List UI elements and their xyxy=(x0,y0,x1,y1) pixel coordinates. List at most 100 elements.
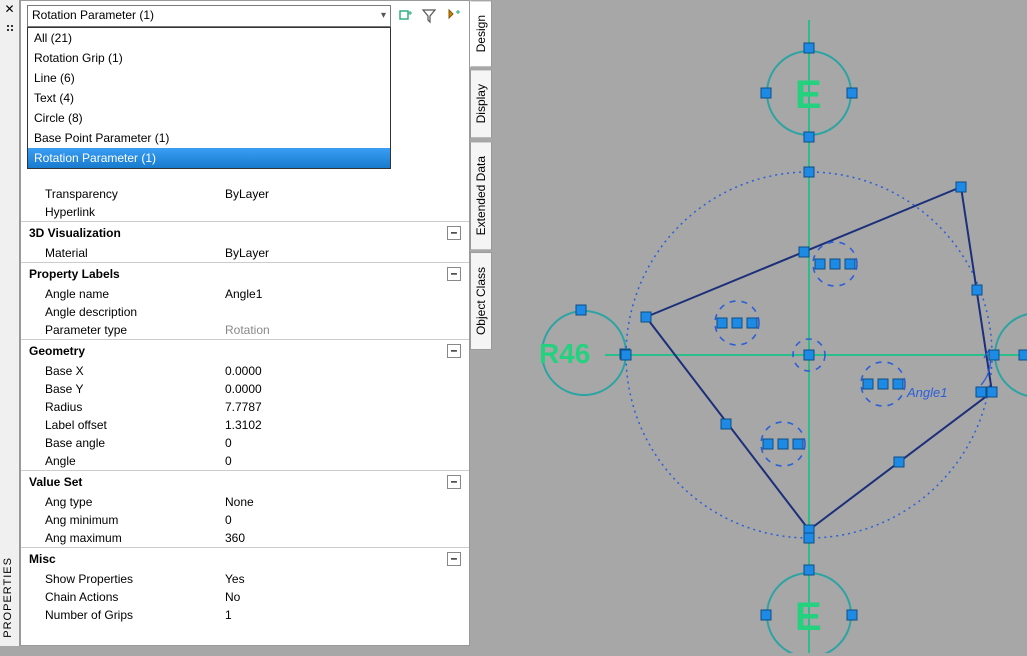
property-row[interactable]: Ang maximum360 xyxy=(21,529,469,547)
property-value[interactable]: No xyxy=(221,590,469,604)
dropdown-item[interactable]: Rotation Grip (1) xyxy=(28,48,390,68)
property-row[interactable]: Angle nameAngle1 xyxy=(21,285,469,303)
selection-grip[interactable] xyxy=(804,132,814,142)
property-row[interactable]: Radius7.7787 xyxy=(21,398,469,416)
property-row[interactable]: Label offset1.3102 xyxy=(21,416,469,434)
selection-grip[interactable] xyxy=(761,88,771,98)
section-header[interactable]: 3D Visualization– xyxy=(21,222,469,244)
selection-grip[interactable] xyxy=(732,318,742,328)
property-value[interactable]: 0 xyxy=(221,513,469,527)
selection-grip[interactable] xyxy=(972,285,982,295)
collapse-icon[interactable]: – xyxy=(447,226,461,240)
selection-grip[interactable] xyxy=(717,318,727,328)
collapse-icon[interactable]: – xyxy=(447,552,461,566)
property-label: Show Properties xyxy=(21,572,221,586)
add-selection-icon[interactable] xyxy=(395,6,415,26)
selection-grip[interactable] xyxy=(763,439,773,449)
selection-grip[interactable] xyxy=(894,457,904,467)
selection-grip[interactable] xyxy=(804,350,814,360)
property-value[interactable]: 1.3102 xyxy=(221,418,469,432)
selection-grip[interactable] xyxy=(804,565,814,575)
property-row[interactable]: Number of Grips1 xyxy=(21,606,469,624)
section-header[interactable]: Value Set– xyxy=(21,471,469,493)
selection-grip[interactable] xyxy=(1019,350,1027,360)
property-value[interactable]: 1 xyxy=(221,608,469,622)
selection-type-dropdown[interactable]: All (21)Rotation Grip (1)Line (6)Text (4… xyxy=(27,27,391,169)
selection-grip[interactable] xyxy=(863,379,873,389)
property-row[interactable]: Ang minimum0 xyxy=(21,511,469,529)
vertical-tab-extended-data[interactable]: Extended Data xyxy=(470,141,492,250)
property-value[interactable]: 7.7787 xyxy=(221,400,469,414)
selection-grip[interactable] xyxy=(778,439,788,449)
selection-grip[interactable] xyxy=(793,439,803,449)
selection-grip[interactable] xyxy=(847,88,857,98)
selection-grip[interactable] xyxy=(893,379,903,389)
property-row[interactable]: Base X0.0000 xyxy=(21,362,469,380)
selection-grip[interactable] xyxy=(804,43,814,53)
property-row[interactable]: Ang typeNone xyxy=(21,493,469,511)
drawing-canvas[interactable]: E R46 E Angle1 xyxy=(519,0,1027,653)
dropdown-item[interactable]: Rotation Parameter (1) xyxy=(28,148,390,168)
selection-grip[interactable] xyxy=(976,387,986,397)
property-row[interactable]: Angle0 xyxy=(21,452,469,470)
property-row[interactable]: Show PropertiesYes xyxy=(21,570,469,588)
selection-grip[interactable] xyxy=(845,259,855,269)
dropdown-item[interactable]: All (21) xyxy=(28,28,390,48)
selection-grip[interactable] xyxy=(641,312,651,322)
collapse-icon[interactable]: – xyxy=(447,344,461,358)
property-value[interactable]: None xyxy=(221,495,469,509)
pin-icon[interactable] xyxy=(2,20,18,36)
property-value[interactable]: 0 xyxy=(221,454,469,468)
selection-grip[interactable] xyxy=(815,259,825,269)
property-value[interactable]: ByLayer xyxy=(221,246,469,260)
close-icon[interactable]: ✕ xyxy=(2,2,18,18)
section-header[interactable]: Misc– xyxy=(21,548,469,570)
property-value[interactable]: Rotation xyxy=(221,323,469,337)
property-value[interactable]: ByLayer xyxy=(221,187,469,201)
quick-select-icon[interactable] xyxy=(419,6,439,26)
selection-grip[interactable] xyxy=(621,350,631,360)
collapse-icon[interactable]: – xyxy=(447,475,461,489)
select-similar-icon[interactable] xyxy=(443,6,463,26)
property-value[interactable]: 0.0000 xyxy=(221,382,469,396)
dropdown-item[interactable]: Base Point Parameter (1) xyxy=(28,128,390,148)
vertical-tab-design[interactable]: Design xyxy=(470,0,492,67)
property-row[interactable]: Hyperlink xyxy=(21,203,469,221)
selection-grip[interactable] xyxy=(761,610,771,620)
property-value[interactable]: Angle1 xyxy=(221,287,469,301)
selection-grip[interactable] xyxy=(989,350,999,360)
selection-grip[interactable] xyxy=(721,419,731,429)
dropdown-item[interactable]: Text (4) xyxy=(28,88,390,108)
dropdown-item[interactable]: Line (6) xyxy=(28,68,390,88)
selection-grip[interactable] xyxy=(747,318,757,328)
property-row[interactable]: Chain ActionsNo xyxy=(21,588,469,606)
property-row[interactable]: Angle description xyxy=(21,303,469,321)
selection-grip[interactable] xyxy=(799,247,809,257)
property-value[interactable] xyxy=(221,305,469,319)
property-row[interactable]: Parameter typeRotation xyxy=(21,321,469,339)
selection-grip[interactable] xyxy=(830,259,840,269)
section-header[interactable]: Property Labels– xyxy=(21,263,469,285)
property-value[interactable] xyxy=(221,205,469,219)
selection-grip[interactable] xyxy=(847,610,857,620)
property-row[interactable]: Base angle0 xyxy=(21,434,469,452)
property-row[interactable]: MaterialByLayer xyxy=(21,244,469,262)
dropdown-item[interactable]: Circle (8) xyxy=(28,108,390,128)
property-value[interactable]: 0.0000 xyxy=(221,364,469,378)
collapse-icon[interactable]: – xyxy=(447,267,461,281)
selection-type-combo[interactable]: Rotation Parameter (1) ▾ xyxy=(27,5,391,27)
selection-grip[interactable] xyxy=(804,533,814,543)
property-value[interactable]: Yes xyxy=(221,572,469,586)
selection-grip[interactable] xyxy=(576,305,586,315)
property-row[interactable]: Base Y0.0000 xyxy=(21,380,469,398)
selection-grip[interactable] xyxy=(804,167,814,177)
vertical-tab-object-class[interactable]: Object Class xyxy=(470,252,492,350)
selection-grip[interactable] xyxy=(878,379,888,389)
selection-grip[interactable] xyxy=(987,387,997,397)
property-row[interactable]: TransparencyByLayer xyxy=(21,185,469,203)
section-header[interactable]: Geometry– xyxy=(21,340,469,362)
selection-grip[interactable] xyxy=(956,182,966,192)
vertical-tab-display[interactable]: Display xyxy=(470,69,492,138)
property-value[interactable]: 0 xyxy=(221,436,469,450)
property-value[interactable]: 360 xyxy=(221,531,469,545)
